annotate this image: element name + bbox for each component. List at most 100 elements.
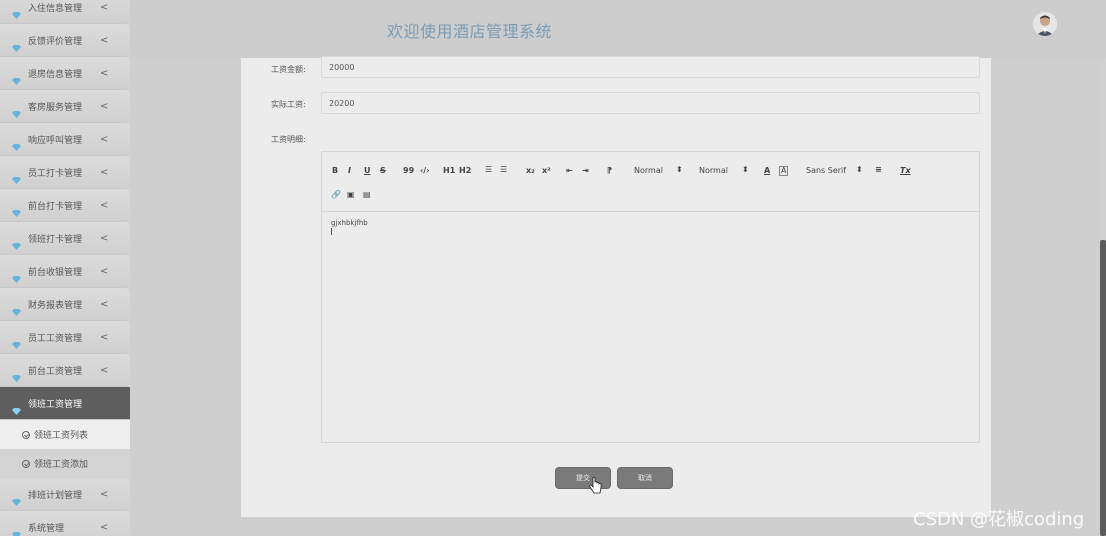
gem-icon — [12, 491, 21, 506]
gem-icon — [12, 367, 21, 382]
sidebar-item-label: 员工工资管理 — [28, 333, 83, 344]
bullet-list-icon[interactable]: ☰ — [500, 165, 507, 174]
actual-salary-label: 实际工资: — [271, 100, 306, 109]
gem-icon — [12, 524, 21, 536]
sidebar-item-label: 响应呼叫管理 — [28, 135, 83, 146]
h1-button[interactable]: H1 — [443, 166, 455, 175]
text-color-icon[interactable]: A — [764, 166, 770, 175]
gem-icon — [12, 37, 21, 52]
editor-content-area[interactable]: gjxhbkjfhb — [322, 212, 979, 242]
scrollbar-thumb[interactable] — [1100, 240, 1106, 536]
chevron-left-icon: < — [100, 34, 109, 46]
header-select-arrows-icon[interactable]: ⬍ — [742, 165, 749, 174]
gem-icon — [12, 301, 21, 316]
sidebar-subitem-foreman-salary-add[interactable]: 领班工资添加 — [0, 449, 130, 478]
sidebar-item-checkin[interactable]: 入住信息管理 < — [0, 0, 130, 24]
h2-button[interactable]: H2 — [459, 166, 471, 175]
sidebar-subitem-label: 领班工资添加 — [34, 460, 89, 470]
align-icon[interactable]: ≡ — [875, 165, 882, 174]
size-select-arrows-icon[interactable]: ⬍ — [676, 165, 683, 174]
sidebar-item-label: 入住信息管理 — [28, 3, 83, 14]
sidebar-item-room-service[interactable]: 客房服务管理 < — [0, 90, 130, 123]
chevron-left-icon: < — [100, 265, 109, 277]
salary-amount-label: 工资金额: — [271, 65, 306, 74]
sidebar-item-label: 前台打卡管理 — [28, 201, 83, 212]
sidebar-item-call-response[interactable]: 响应呼叫管理 < — [0, 123, 130, 156]
sidebar-item-frontdesk-clock[interactable]: 前台打卡管理 < — [0, 189, 130, 222]
indent-icon[interactable]: ⇥ — [582, 166, 589, 175]
sidebar-item-employee-salary[interactable]: 员工工资管理 < — [0, 321, 130, 354]
text-caret — [331, 228, 332, 235]
code-icon[interactable]: ‹/› — [420, 166, 430, 175]
editor-toolbar: B I U S 99 ‹/› H1 H2 ☰ ☰ x₂ x² ⇤ ⇥ ⁋ Nor… — [322, 152, 979, 212]
clean-format-icon[interactable]: Tx — [900, 166, 911, 175]
video-icon[interactable]: ▤ — [363, 190, 371, 199]
cancel-button[interactable]: 取消 — [617, 467, 673, 489]
salary-amount-input[interactable]: 20000 — [321, 56, 980, 78]
gem-icon — [12, 4, 21, 19]
sidebar-item-system[interactable]: 系统管理 < — [0, 511, 130, 536]
gem-icon — [12, 136, 21, 151]
superscript-button[interactable]: x² — [542, 166, 551, 175]
gem-icon — [12, 169, 21, 184]
gem-icon — [12, 400, 21, 415]
sidebar-item-label: 财务报表管理 — [28, 300, 83, 311]
gem-icon — [12, 70, 21, 85]
avatar[interactable] — [1033, 12, 1057, 36]
sidebar-item-finance-report[interactable]: 财务报表管理 < — [0, 288, 130, 321]
chevron-left-icon: < — [100, 298, 109, 310]
sidebar-item-label: 前台收银管理 — [28, 267, 83, 278]
chevron-left-icon: < — [100, 133, 109, 145]
chevron-left-icon: < — [100, 100, 109, 112]
sidebar-item-cashier[interactable]: 前台收银管理 < — [0, 255, 130, 288]
sidebar-item-foreman-clock[interactable]: 领班打卡管理 < — [0, 222, 130, 255]
underline-button[interactable]: U — [364, 166, 371, 175]
sidebar-item-schedule[interactable]: 排班计划管理 < — [0, 478, 130, 511]
quote-icon[interactable]: 99 — [403, 166, 414, 175]
font-select-arrows-icon[interactable]: ⬍ — [856, 165, 863, 174]
actual-salary-input[interactable]: 20200 — [321, 92, 980, 114]
sidebar-item-foreman-salary[interactable]: 领班工资管理 — [0, 387, 130, 420]
watermark-text: CSDN @花椒coding — [913, 509, 1085, 530]
sidebar-item-label: 领班工资管理 — [28, 399, 83, 410]
gem-icon — [12, 268, 21, 283]
gem-icon — [12, 202, 21, 217]
form-card: 工资金额: 20000 实际工资: 20200 工资明细: B I U S 99… — [241, 56, 991, 517]
sidebar-item-checkout[interactable]: 退房信息管理 < — [0, 57, 130, 90]
sidebar-item-employee-clock[interactable]: 员工打卡管理 < — [0, 156, 130, 189]
editor-text: gjxhbkjfhb — [331, 219, 368, 227]
italic-button[interactable]: I — [348, 166, 351, 175]
sidebar-item-label: 客房服务管理 — [28, 102, 83, 113]
sidebar-item-frontdesk-salary[interactable]: 前台工资管理 < — [0, 354, 130, 387]
chevron-left-icon: < — [100, 364, 109, 376]
font-select[interactable]: Sans Serif — [806, 166, 846, 175]
page-title: 欢迎使用酒店管理系统 — [387, 22, 553, 41]
strike-button[interactable]: S — [380, 166, 386, 175]
background-color-icon[interactable]: A — [779, 166, 789, 176]
bold-button[interactable]: B — [332, 166, 338, 175]
gem-icon — [12, 334, 21, 349]
check-circle-icon — [22, 459, 30, 468]
size-select[interactable]: Normal — [634, 166, 663, 175]
chevron-left-icon: < — [100, 166, 109, 178]
sidebar-subitem-foreman-salary-list[interactable]: 领班工资列表 — [0, 420, 130, 449]
image-icon[interactable]: ▣ — [347, 190, 355, 199]
text-direction-icon[interactable]: ⁋ — [607, 166, 612, 175]
header-select[interactable]: Normal — [699, 166, 728, 175]
sidebar-item-label: 领班打卡管理 — [28, 234, 83, 245]
check-circle-icon — [22, 430, 30, 439]
sidebar-item-label: 反馈评价管理 — [28, 36, 83, 47]
subscript-button[interactable]: x₂ — [526, 166, 535, 175]
sidebar: 入住信息管理 < 反馈评价管理 < 退房信息管理 < 客房服务管理 < 响应呼叫… — [0, 0, 130, 536]
sidebar-item-label: 退房信息管理 — [28, 69, 83, 80]
outdent-icon[interactable]: ⇤ — [566, 166, 573, 175]
sidebar-item-feedback[interactable]: 反馈评价管理 < — [0, 24, 130, 57]
rich-text-editor: B I U S 99 ‹/› H1 H2 ☰ ☰ x₂ x² ⇤ ⇥ ⁋ Nor… — [321, 151, 980, 443]
ordered-list-icon[interactable]: ☰ — [485, 165, 492, 174]
chevron-left-icon: < — [100, 488, 109, 500]
gem-icon — [12, 235, 21, 250]
gem-icon — [12, 103, 21, 118]
link-icon[interactable]: 🔗 — [331, 190, 341, 199]
chevron-left-icon: < — [100, 67, 109, 79]
hand-cursor-icon — [589, 477, 602, 494]
